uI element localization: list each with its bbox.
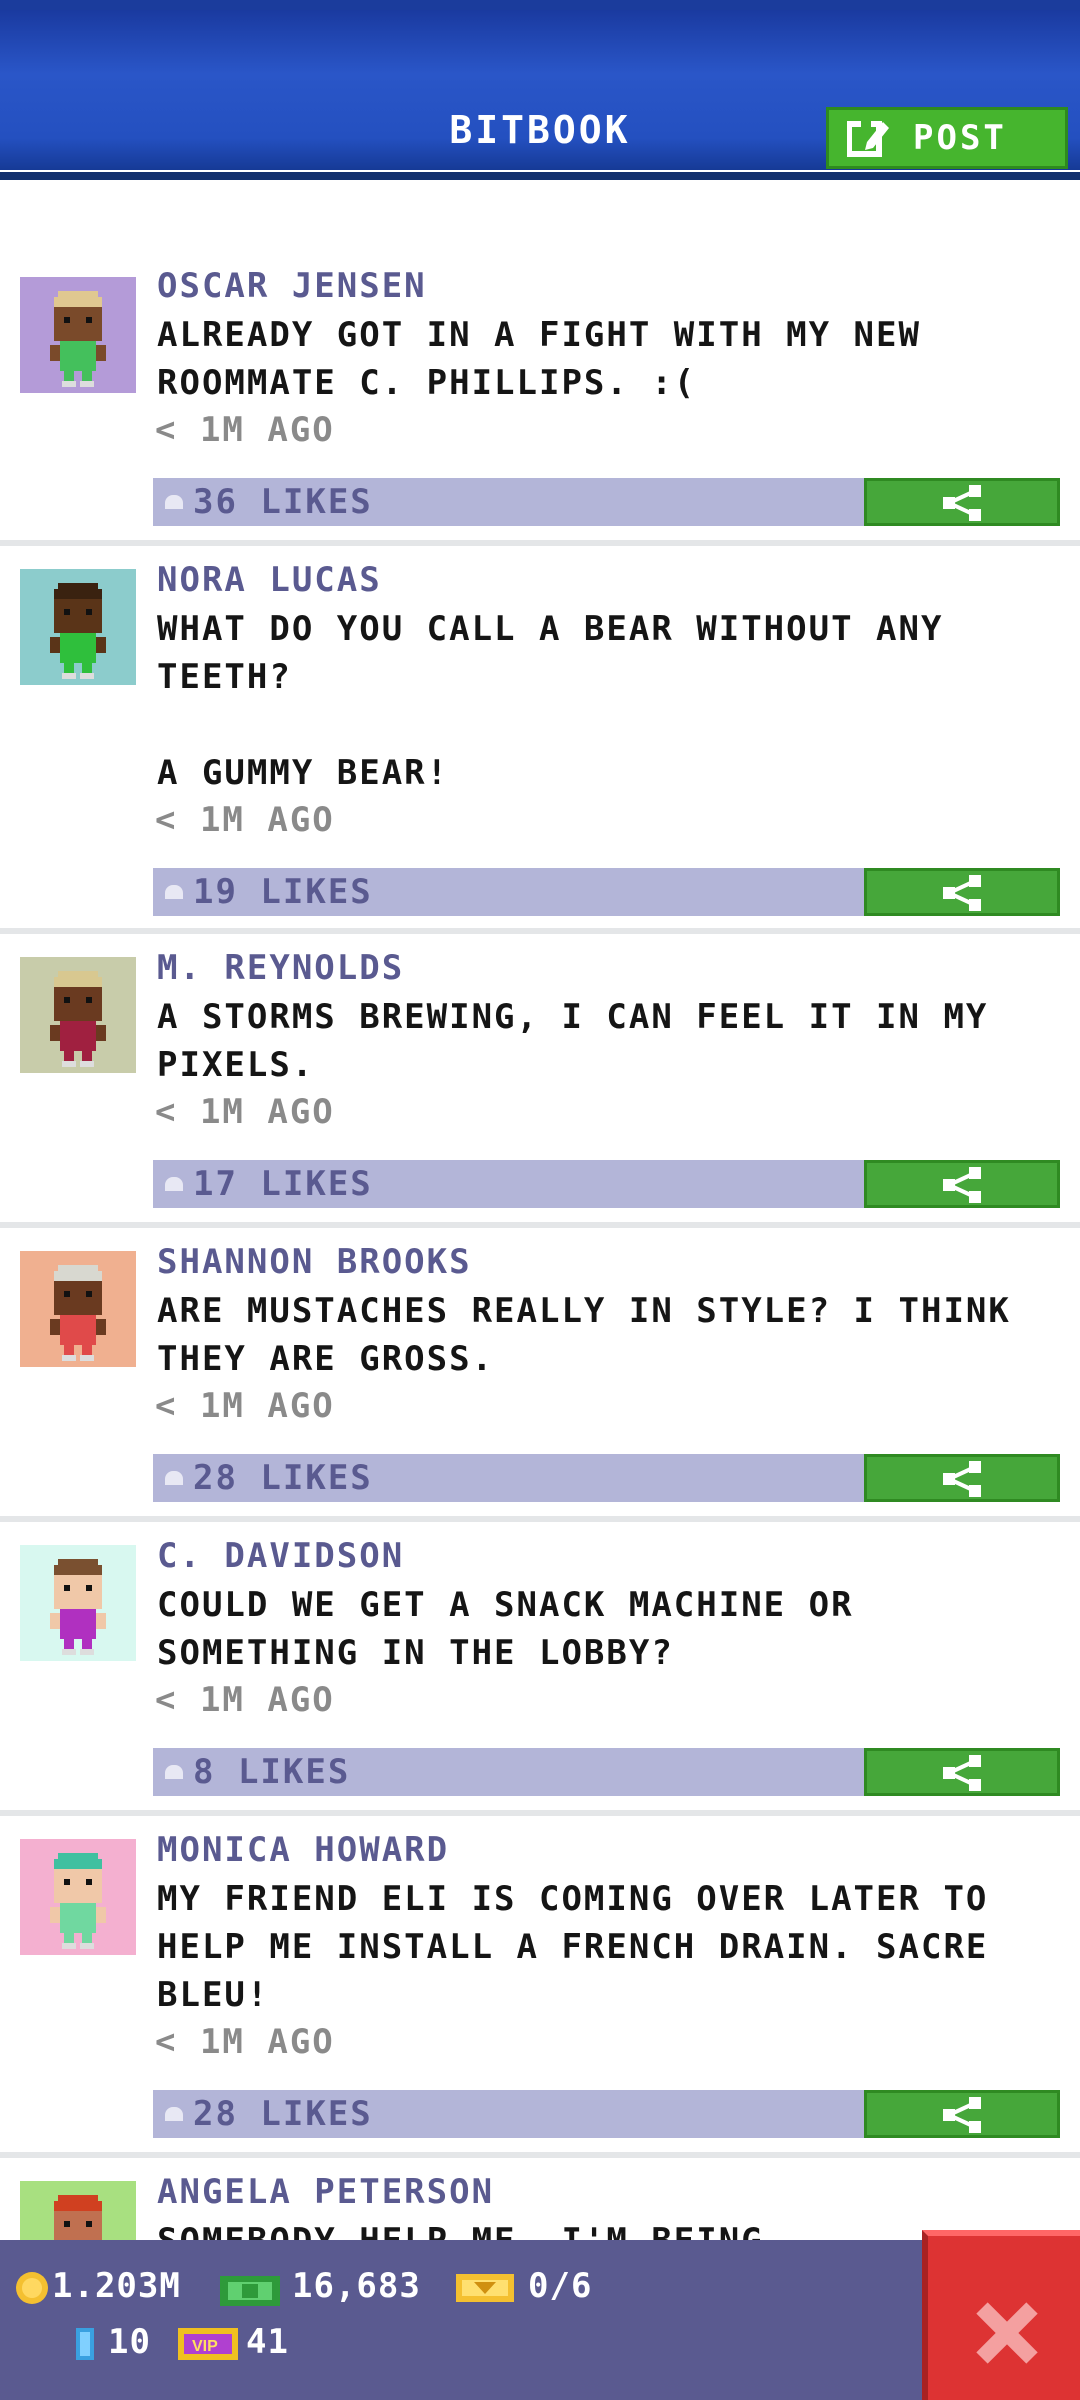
like-button[interactable]: 17 LIKES [153,1160,865,1208]
post-text: A STORMS BREWING, I CAN FEEL IT IN MY PI… [157,997,989,1085]
post-item: OSCAR JENSEN ALREADY GOT IN A FIGHT WITH… [0,170,1080,546]
share-icon [943,485,981,521]
post-author[interactable]: M. REYNOLDS [157,948,404,988]
bux-value: 10 [108,2322,151,2362]
ticket-icon [456,2274,514,2302]
status-bar: 1.203M 16,683 0/6 10 VIP 41 [0,2240,1080,2400]
like-count: 8 LIKES [193,1752,351,1792]
post-button[interactable]: POST [826,107,1068,169]
like-count: 36 LIKES [193,482,373,522]
like-button[interactable]: 28 LIKES [153,2090,865,2138]
vip-icon: VIP [178,2328,238,2360]
avatar[interactable] [20,569,136,685]
post-author[interactable]: MONICA HOWARD [157,1830,449,1870]
post-item: NORA LUCAS WHAT DO YOU CALL A BEAR WITHO… [0,546,1080,934]
thumb-icon [165,1471,183,1485]
like-button[interactable]: 36 LIKES [153,478,865,526]
post-author[interactable]: ANGELA PETERSON [157,2172,494,2212]
like-count: 19 LIKES [193,872,373,912]
like-button[interactable]: 8 LIKES [153,1748,865,1796]
app-header: BITBOOK POST [0,0,1080,180]
vip-value: 41 [246,2322,289,2362]
close-icon [976,2302,1038,2364]
coins-value: 1.203M [52,2266,181,2306]
share-button[interactable] [864,868,1060,916]
share-button[interactable] [864,1748,1060,1796]
avatar[interactable] [20,957,136,1073]
post-text: ALREADY GOT IN A FIGHT WITH MY NEW ROOMM… [157,315,921,403]
cash-value: 16,683 [292,2266,421,2306]
post-item: M. REYNOLDS A STORMS BREWING, I CAN FEEL… [0,934,1080,1228]
thumb-icon [165,1177,183,1191]
coin-icon [16,2272,48,2304]
post-time: < 1M AGO [155,1680,335,1720]
thumb-icon [165,885,183,899]
post-text: ARE MUSTACHES REALLY IN STYLE? I THINK T… [157,1291,1011,1379]
share-icon [943,1167,981,1203]
like-count: 28 LIKES [193,2094,373,2134]
post-time: < 1M AGO [155,1386,335,1426]
post-time: < 1M AGO [155,410,335,450]
like-button[interactable]: 19 LIKES [153,868,865,916]
post-author[interactable]: C. DAVIDSON [157,1536,404,1576]
avatar[interactable] [20,1545,136,1661]
post-author[interactable]: NORA LUCAS [157,560,382,600]
close-button[interactable] [922,2230,1080,2400]
like-button[interactable]: 28 LIKES [153,1454,865,1502]
share-icon [943,2097,981,2133]
avatar[interactable] [20,1839,136,1955]
post-time: < 1M AGO [155,800,335,840]
share-icon [943,1461,981,1497]
post-button-label: POST [913,118,1007,158]
post-text: MY FRIEND ELI IS COMING OVER LATER TO HE… [157,1879,989,2015]
share-button[interactable] [864,2090,1060,2138]
post-text: WHAT DO YOU CALL A BEAR WITHOUT ANY TEET… [157,609,944,793]
avatar[interactable] [20,277,136,393]
like-count: 28 LIKES [193,1458,373,1498]
post-time: < 1M AGO [155,1092,335,1132]
post-author[interactable]: SHANNON BROOKS [157,1242,472,1282]
post-author[interactable]: OSCAR JENSEN [157,266,427,306]
thumb-icon [165,2107,183,2121]
avatar[interactable] [20,1251,136,1367]
cash-icon [220,2276,280,2306]
post-item: SHANNON BROOKS ARE MUSTACHES REALLY IN S… [0,1228,1080,1522]
edit-icon [846,118,891,158]
share-button[interactable] [864,1454,1060,1502]
thumb-icon [165,1765,183,1779]
share-button[interactable] [864,478,1060,526]
share-icon [943,1755,981,1791]
post-time: < 1M AGO [155,2022,335,2062]
like-count: 17 LIKES [193,1164,373,1204]
post-item: MONICA HOWARD MY FRIEND ELI IS COMING OV… [0,1816,1080,2158]
svg-text:VIP: VIP [192,2338,218,2355]
post-text: COULD WE GET A SNACK MACHINE OR SOMETHIN… [157,1585,854,1673]
thumb-icon [165,495,183,509]
post-item: C. DAVIDSON COULD WE GET A SNACK MACHINE… [0,1522,1080,1816]
bux-icon [76,2328,94,2360]
share-icon [943,875,981,911]
share-button[interactable] [864,1160,1060,1208]
tickets-value: 0/6 [528,2266,593,2306]
